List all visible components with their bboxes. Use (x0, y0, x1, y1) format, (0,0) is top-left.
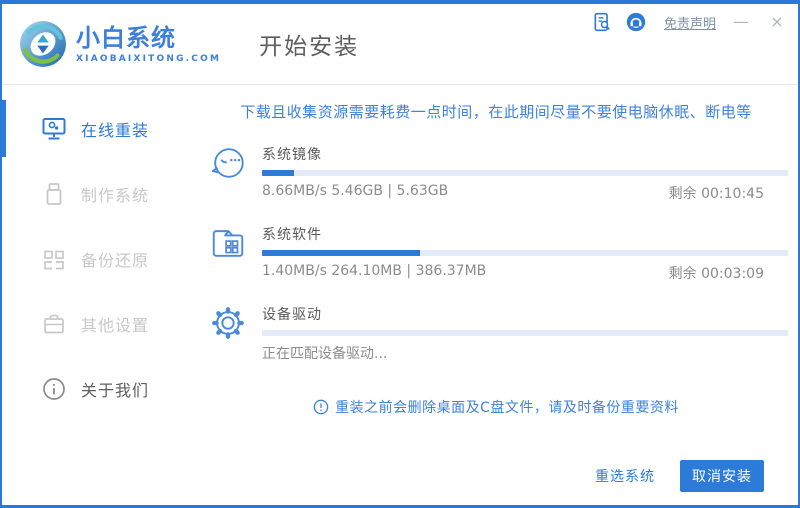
brand-logo-area: 小白系统 XIAOBAIXITONG.COM (18, 19, 221, 69)
backup-warning-note: 重装之前会删除桌面及C盘文件，请及时备份重要资料 (204, 397, 788, 417)
backup-warning-text: 重装之前会删除桌面及C盘文件，请及时备份重要资料 (335, 400, 679, 416)
task-name: 系统软件 (262, 227, 322, 243)
task-remaining (764, 343, 788, 363)
info-icon (43, 377, 65, 400)
sidebar-item-other-settings[interactable]: 其他设置 (2, 291, 202, 356)
customer-service-icon[interactable] (626, 12, 646, 32)
task-remaining: 剩余 00:10:45 (668, 186, 764, 202)
sidebar-item-online-reinstall[interactable]: 在线重装 (2, 96, 202, 161)
toolbox-icon (44, 314, 64, 333)
progress-fill (262, 170, 294, 176)
sidebar-item-about-us[interactable]: 关于我们 (2, 356, 202, 421)
brand-domain: XIAOBAIXITONG.COM (76, 53, 222, 64)
task-device-driver: 设备驱动 正在匹配设备驱动... (204, 304, 788, 363)
sidebar-item-label: 制作系统 (81, 185, 150, 205)
brand-name: 小白系统 (76, 23, 176, 52)
doc-search-icon[interactable] (592, 12, 612, 32)
minimize-button[interactable]: — (730, 12, 752, 32)
sidebar-item-backup-restore[interactable]: 备份还原 (2, 226, 202, 291)
progress-fill (262, 250, 420, 256)
mascot-face-icon (211, 148, 244, 178)
app-window: 小白系统 XIAOBAIXITONG.COM 开始安装 免责声明 — × 在线重… (0, 0, 800, 508)
cancel-install-button[interactable]: 取消安装 (680, 460, 764, 492)
task-name: 设备驱动 (262, 307, 322, 323)
close-button[interactable]: × (766, 12, 788, 32)
page-title: 开始安装 (259, 34, 360, 60)
header: 小白系统 XIAOBAIXITONG.COM 开始安装 免责声明 — × (2, 4, 798, 85)
folder-apps-icon (212, 230, 244, 257)
sidebar-item-label: 在线重装 (81, 120, 150, 140)
progress-bar (262, 170, 788, 176)
sidebar-item-make-system[interactable]: 制作系统 (2, 161, 202, 226)
sidebar-item-label: 备份还原 (81, 250, 150, 270)
download-notice: 下载且收集资源需要耗费一点时间，在此期间尽量不要使电脑休眠、断电等 (240, 103, 752, 121)
progress-bar (262, 250, 788, 256)
task-system-software: 系统软件 1.40MB/s 264.10MB | 386.37MB 剩余 00:… (204, 224, 788, 283)
task-system-image: 系统镜像 8.66MB/s 5.46GB | 5.63GB 剩余 00:10:4… (204, 144, 788, 203)
sidebar-item-label: 其他设置 (81, 315, 150, 335)
disclaimer-link[interactable]: 免责声明 (664, 13, 716, 32)
task-detail: 8.66MB/s 5.46GB | 5.63GB (262, 183, 449, 199)
backup-blocks-icon (44, 250, 64, 269)
task-detail: 正在匹配设备驱动... (262, 346, 388, 362)
active-indicator (2, 100, 6, 157)
brand-logo-icon (20, 21, 66, 67)
task-detail: 1.40MB/s 264.10MB | 386.37MB (262, 263, 487, 279)
reselect-system-button[interactable]: 重选系统 (595, 466, 655, 486)
usb-icon (46, 182, 62, 205)
sidebar-item-label: 关于我们 (81, 380, 150, 400)
monitor-icon (42, 117, 66, 139)
task-name: 系统镜像 (262, 147, 322, 163)
footer: 重选系统 取消安装 (2, 441, 798, 505)
alert-circle-icon (313, 399, 329, 415)
main-content: 下载且收集资源需要耗费一点时间，在此期间尽量不要使电脑休眠、断电等 系统镜像 8… (202, 85, 798, 441)
gear-icon (212, 307, 244, 339)
progress-bar (262, 330, 788, 336)
sidebar: 在线重装 制作系统 备份还原 其他设置 关于我们 (2, 85, 202, 441)
task-remaining: 剩余 00:03:09 (668, 266, 764, 282)
